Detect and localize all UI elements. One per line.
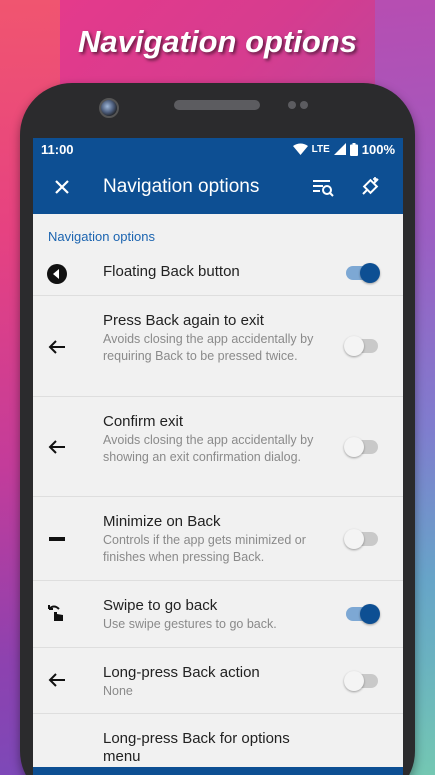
setting-subtitle: None (103, 684, 133, 698)
setting-long-press-back-action[interactable]: Long-press Back action None (33, 648, 403, 714)
minus-icon (45, 527, 69, 551)
status-time: 11:00 (41, 141, 74, 157)
setting-title: Long-press Back action (103, 664, 260, 681)
toggle-switch[interactable] (346, 604, 380, 624)
toggle-switch[interactable] (344, 437, 378, 457)
setting-subtitle: Avoids closing the app accidentally by s… (103, 433, 314, 464)
setting-title: Swipe to go back (103, 597, 218, 614)
setting-minimize-on-back[interactable]: Minimize on Back Controls if the app get… (33, 497, 403, 581)
status-icons: LTE 100% (292, 141, 395, 157)
setting-title: Floating Back button (103, 263, 240, 280)
section-header: Navigation options (48, 229, 155, 244)
network-label: LTE (311, 143, 330, 155)
swipe-gesture-icon (45, 602, 69, 626)
toggle-switch[interactable] (344, 671, 378, 691)
setting-title: Long-press Back for options menu (103, 730, 290, 765)
setting-long-press-back-options-menu[interactable]: Long-press Back for options menu (33, 714, 403, 774)
setting-press-back-again[interactable]: Press Back again to exit Avoids closing … (33, 296, 403, 397)
setting-title: Press Back again to exit (103, 312, 264, 329)
front-camera (99, 98, 119, 118)
earpiece-speaker (174, 100, 260, 110)
arrow-left-icon (45, 435, 69, 459)
toggle-switch[interactable] (344, 529, 378, 549)
setting-confirm-exit[interactable]: Confirm exit Avoids closing the app acci… (33, 397, 403, 497)
setting-subtitle: Use swipe gestures to go back. (103, 617, 277, 631)
filter-search-icon[interactable] (310, 174, 336, 200)
close-icon[interactable] (49, 174, 75, 200)
page-title: Navigation options (103, 176, 260, 197)
phone-screen: 11:00 LTE 100% Navigation options Naviga… (33, 138, 403, 775)
setting-title: Confirm exit (103, 413, 184, 430)
wifi-icon (292, 143, 308, 155)
sensor-dot (288, 101, 296, 109)
back-circle-icon (45, 262, 69, 286)
cell-signal-icon (333, 143, 346, 155)
battery-icon (349, 142, 358, 156)
sensor-dot (300, 101, 308, 109)
promo-headline: Navigation options (78, 24, 357, 59)
setting-swipe-to-go-back[interactable]: Swipe to go back Use swipe gestures to g… (33, 581, 403, 648)
arrow-left-icon (45, 668, 69, 692)
battery-percent: 100% (361, 141, 395, 157)
satellite-icon[interactable] (358, 174, 384, 200)
arrow-left-icon (45, 335, 69, 359)
toggle-switch[interactable] (344, 336, 378, 356)
setting-subtitle: Controls if the app gets minimized or fi… (103, 533, 306, 564)
app-bar: Navigation options (33, 160, 403, 214)
setting-subtitle: Avoids closing the app accidentally by r… (103, 332, 314, 363)
bottom-nav-bar (33, 767, 403, 775)
status-bar: 11:00 LTE 100% (33, 138, 403, 160)
setting-floating-back[interactable]: Floating Back button (33, 252, 403, 296)
setting-title: Minimize on Back (103, 513, 221, 530)
toggle-switch[interactable] (346, 263, 380, 283)
